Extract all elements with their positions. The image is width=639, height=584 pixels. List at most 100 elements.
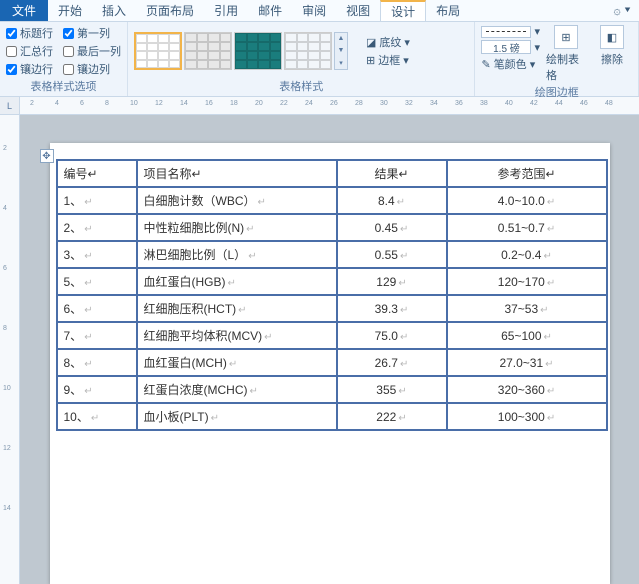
horizontal-ruler[interactable]: 2468101214161820222426283032343638404244… <box>20 97 639 114</box>
cell-no[interactable]: 8、↵ <box>57 349 137 376</box>
table-row[interactable]: 5、↵血红蛋白(HGB)↵129↵120~170↵ <box>57 268 607 295</box>
cell-result[interactable]: 39.3↵ <box>337 295 447 322</box>
cell-name[interactable]: 中性粒细胞比例(N)↵ <box>137 214 337 241</box>
tso-checkbox-5[interactable] <box>63 64 74 75</box>
line-weight-picker[interactable]: 1.5 磅 ▾ <box>481 40 540 54</box>
line-style-picker[interactable]: ▾ <box>481 25 540 38</box>
table-row[interactable]: 1、↵白细胞计数（WBC）↵8.4↵4.0~10.0↵ <box>57 187 607 214</box>
cell-range[interactable]: 37~53↵ <box>447 295 607 322</box>
table-header-2[interactable]: 结果↵ <box>337 160 447 187</box>
cell-name[interactable]: 白细胞计数（WBC）↵ <box>137 187 337 214</box>
tso-checkbox-0[interactable] <box>6 28 17 39</box>
table-row[interactable]: 10、↵血小板(PLT)↵222↵100~300↵ <box>57 403 607 430</box>
cell-result[interactable]: 222↵ <box>337 403 447 430</box>
cell-name[interactable]: 淋巴细胞比例（L）↵ <box>137 241 337 268</box>
cell-no[interactable]: 2、↵ <box>57 214 137 241</box>
style-gallery[interactable]: ▲▼▾ <box>134 32 348 70</box>
style-thumb-4[interactable] <box>284 32 332 70</box>
ruler-corner[interactable]: L <box>0 97 20 115</box>
cell-range[interactable]: 320~360↵ <box>447 376 607 403</box>
menu-tab-8[interactable]: 布局 <box>426 0 470 21</box>
menu-tab-2[interactable]: 页面布局 <box>136 0 204 21</box>
menu-tab-0[interactable]: 开始 <box>48 0 92 21</box>
group-table-styles: ▲▼▾ ◪ 底纹 ▾ ⊞ 边框 ▾ 表格样式 <box>128 22 475 96</box>
tso-label-0: 标题行 <box>20 25 53 41</box>
cell-no[interactable]: 3、↵ <box>57 241 137 268</box>
tso-checkbox-4[interactable] <box>6 64 17 75</box>
tso-label-5: 镶边列 <box>77 61 110 77</box>
cell-result[interactable]: 0.45↵ <box>337 214 447 241</box>
cell-result[interactable]: 8.4↵ <box>337 187 447 214</box>
tso-checkbox-1[interactable] <box>63 28 74 39</box>
tso-label-2: 汇总行 <box>20 43 53 59</box>
eraser-button[interactable]: ◧ 擦除 <box>592 25 632 67</box>
table-row[interactable]: 8、↵血红蛋白(MCH)↵26.7↵27.0~31↵ <box>57 349 607 376</box>
cell-range[interactable]: 4.0~10.0↵ <box>447 187 607 214</box>
menu-tab-7[interactable]: 设计 <box>380 0 426 21</box>
cell-name[interactable]: 血红蛋白(HGB)↵ <box>137 268 337 295</box>
help-icon[interactable]: ۞ ▾ <box>606 0 639 21</box>
menu-tab-3[interactable]: 引用 <box>204 0 248 21</box>
cell-range[interactable]: 27.0~31↵ <box>447 349 607 376</box>
table-move-handle[interactable]: ✥ <box>40 149 54 163</box>
cell-name[interactable]: 红蛋白浓度(MCHC)↵ <box>137 376 337 403</box>
document-page[interactable]: ✥ 编号↵项目名称↵结果↵参考范围↵ 1、↵白细胞计数（WBC）↵8.4↵4.0… <box>50 143 610 584</box>
cell-no[interactable]: 10、↵ <box>57 403 137 430</box>
cell-name[interactable]: 血红蛋白(MCH)↵ <box>137 349 337 376</box>
tso-checkbox-2[interactable] <box>6 46 17 57</box>
cell-result[interactable]: 26.7↵ <box>337 349 447 376</box>
cell-result[interactable]: 355↵ <box>337 376 447 403</box>
document-table[interactable]: 编号↵项目名称↵结果↵参考范围↵ 1、↵白细胞计数（WBC）↵8.4↵4.0~1… <box>56 159 608 431</box>
tso-checkbox-3[interactable] <box>63 46 74 57</box>
table-header-3[interactable]: 参考范围↵ <box>447 160 607 187</box>
cell-range[interactable]: 100~300↵ <box>447 403 607 430</box>
menu-tab-1[interactable]: 插入 <box>92 0 136 21</box>
cell-result[interactable]: 0.55↵ <box>337 241 447 268</box>
cell-result[interactable]: 129↵ <box>337 268 447 295</box>
tso-label-4: 镶边行 <box>20 61 53 77</box>
gallery-more[interactable]: ▲▼▾ <box>334 32 348 70</box>
table-row[interactable]: 6、↵红细胞压积(HCT)↵39.3↵37~53↵ <box>57 295 607 322</box>
cell-result[interactable]: 75.0↵ <box>337 322 447 349</box>
menu-tab-6[interactable]: 视图 <box>336 0 380 21</box>
tso-1[interactable]: 第一列 <box>63 25 121 41</box>
cell-name[interactable]: 血小板(PLT)↵ <box>137 403 337 430</box>
cell-name[interactable]: 红细胞压积(HCT)↵ <box>137 295 337 322</box>
table-row[interactable]: 7、↵红细胞平均体积(MCV)↵75.0↵65~100↵ <box>57 322 607 349</box>
cell-no[interactable]: 7、↵ <box>57 322 137 349</box>
table-row[interactable]: 2、↵中性粒细胞比例(N)↵0.45↵0.51~0.7↵ <box>57 214 607 241</box>
table-row[interactable]: 9、↵红蛋白浓度(MCHC)↵355↵320~360↵ <box>57 376 607 403</box>
style-thumb-3[interactable] <box>234 32 282 70</box>
hruler-tick: 32 <box>405 100 413 107</box>
cell-no[interactable]: 5、↵ <box>57 268 137 295</box>
page-scroll[interactable]: ✥ 编号↵项目名称↵结果↵参考范围↵ 1、↵白细胞计数（WBC）↵8.4↵4.0… <box>20 115 639 584</box>
menu-tab-4[interactable]: 邮件 <box>248 0 292 21</box>
tso-2[interactable]: 汇总行 <box>6 43 53 59</box>
draw-table-button[interactable]: ⊞ 绘制表格 <box>546 25 586 83</box>
tso-5[interactable]: 镶边列 <box>63 61 121 77</box>
table-header-row[interactable]: 编号↵项目名称↵结果↵参考范围↵ <box>57 160 607 187</box>
cell-no[interactable]: 6、↵ <box>57 295 137 322</box>
file-menu[interactable]: 文件 <box>0 0 48 21</box>
style-thumb-1[interactable] <box>134 32 182 70</box>
vertical-ruler[interactable]: 2468101214 <box>0 115 20 584</box>
table-header-1[interactable]: 项目名称↵ <box>137 160 337 187</box>
cell-range[interactable]: 120~170↵ <box>447 268 607 295</box>
table-row[interactable]: 3、↵淋巴细胞比例（L）↵0.55↵0.2~0.4↵ <box>57 241 607 268</box>
tso-4[interactable]: 镶边行 <box>6 61 53 77</box>
vruler-tick: 8 <box>3 325 7 332</box>
table-header-0[interactable]: 编号↵ <box>57 160 137 187</box>
style-thumb-2[interactable] <box>184 32 232 70</box>
pen-color-picker[interactable]: ✎ 笔颜色 ▾ <box>481 56 540 72</box>
cell-range[interactable]: 65~100↵ <box>447 322 607 349</box>
borders-button[interactable]: ⊞ 边框 ▾ <box>366 52 410 68</box>
cell-name[interactable]: 红细胞平均体积(MCV)↵ <box>137 322 337 349</box>
tso-0[interactable]: 标题行 <box>6 25 53 41</box>
cell-no[interactable]: 1、↵ <box>57 187 137 214</box>
cell-no[interactable]: 9、↵ <box>57 376 137 403</box>
menu-tab-5[interactable]: 审阅 <box>292 0 336 21</box>
shading-button[interactable]: ◪ 底纹 ▾ <box>366 34 410 50</box>
cell-range[interactable]: 0.51~0.7↵ <box>447 214 607 241</box>
cell-range[interactable]: 0.2~0.4↵ <box>447 241 607 268</box>
tso-3[interactable]: 最后一列 <box>63 43 121 59</box>
